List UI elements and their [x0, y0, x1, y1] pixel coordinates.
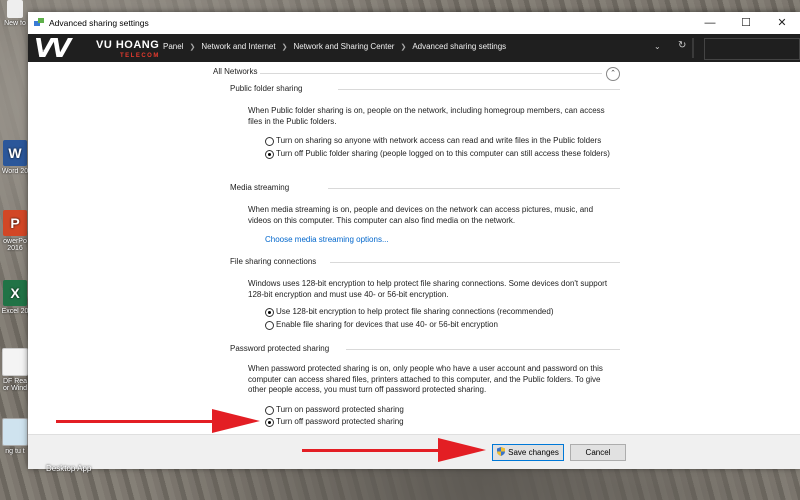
section-title-media-streaming: Media streaming — [230, 183, 290, 192]
divider — [338, 89, 620, 90]
password-sharing-description: When password protected sharing is on, o… — [248, 364, 603, 394]
radio-button-selected[interactable] — [265, 150, 274, 159]
cancel-button[interactable]: Cancel — [570, 444, 626, 461]
divider — [328, 188, 620, 189]
divider — [330, 262, 620, 263]
divider — [260, 73, 602, 74]
breadcrumb: Panel ❯ Network and Internet ❯ Network and S… — [163, 42, 506, 51]
settings-content: All Networks ⌃ Public folder sharing Whe… — [28, 62, 800, 434]
desktop-icon-powerpoint[interactable]: P owerPo 2016 — [0, 210, 30, 252]
section-title-password-sharing: Password protected sharing — [230, 344, 330, 353]
desktop-icon-shortcut[interactable]: ng tu t — [0, 418, 30, 455]
public-folder-description: When Public folder sharing is on, people… — [248, 106, 605, 126]
image-icon — [2, 418, 28, 446]
desktop-app-label: Desktop App — [46, 464, 92, 473]
logo-mark: VV — [34, 34, 71, 64]
radio-public-folder-off[interactable]: Turn off Public folder sharing (people l… — [265, 149, 625, 160]
breadcrumb-item[interactable]: Network and Internet — [201, 42, 275, 51]
all-networks-header: All Networks — [213, 67, 258, 76]
section-title-public-folder: Public folder sharing — [230, 84, 303, 93]
breadcrumb-item[interactable]: Advanced sharing settings — [412, 42, 506, 51]
annotation-arrow-head — [438, 438, 486, 462]
close-button[interactable]: ✕ — [764, 12, 800, 34]
annotation-arrow-line — [302, 449, 442, 452]
network-icon — [34, 18, 44, 26]
divider — [346, 349, 620, 350]
save-changes-button[interactable]: Save changes — [492, 444, 564, 461]
file-sharing-description: Windows uses 128-bit encryption to help … — [248, 279, 608, 299]
radio-40-56-bit-encryption[interactable]: Enable file sharing for devices that use… — [265, 320, 625, 331]
desktop-app-strip: Desktop App — [28, 464, 800, 500]
desktop-icon-new-folder[interactable]: New fo — [0, 0, 30, 27]
address-divider — [692, 38, 694, 58]
annotation-arrow-head — [212, 409, 260, 433]
desktop-icon-word[interactable]: W Word 20 — [0, 140, 30, 175]
maximize-button[interactable]: ☐ — [728, 12, 764, 34]
section-title-file-sharing: File sharing connections — [230, 257, 317, 266]
annotation-arrow-line — [56, 420, 216, 423]
word-icon: W — [3, 140, 27, 166]
desktop-icon-excel[interactable]: X Excel 20 — [0, 280, 30, 315]
advanced-sharing-window: Advanced sharing settings — ☐ ✕ ← Panel ❯… — [28, 12, 800, 469]
radio-public-folder-on[interactable]: Turn on sharing so anyone with network a… — [265, 136, 625, 147]
desktop-icon-pdf-reader[interactable]: DF Rea or Wind — [0, 348, 30, 392]
breadcrumb-item[interactable]: Network and Sharing Center — [293, 42, 394, 51]
chevron-down-icon[interactable]: ⌄ — [654, 42, 661, 51]
refresh-icon[interactable]: ↻ — [678, 40, 686, 51]
search-input[interactable] — [704, 38, 800, 60]
title-bar[interactable]: Advanced sharing settings — ☐ ✕ — [28, 12, 800, 34]
powerpoint-icon: P — [3, 210, 27, 236]
radio-button[interactable] — [265, 137, 274, 146]
radio-button-selected[interactable] — [265, 308, 274, 317]
pdf-icon — [2, 348, 28, 376]
media-streaming-description: When media streaming is on, people and d… — [248, 205, 594, 225]
document-icon — [7, 0, 23, 18]
window-title: Advanced sharing settings — [49, 18, 149, 28]
radio-128-bit-encryption[interactable]: Use 128-bit encryption to help protect f… — [265, 307, 625, 318]
logo-brand: VU HOANG — [96, 39, 160, 51]
logo-sub: TELECOM — [120, 53, 160, 59]
media-streaming-options-link[interactable]: Choose media streaming options... — [265, 235, 389, 244]
chevron-right-icon: ❯ — [281, 44, 288, 51]
radio-password-sharing-off[interactable]: Turn off password protected sharing — [265, 417, 625, 428]
radio-button[interactable] — [265, 406, 274, 415]
minimize-button[interactable]: — — [692, 12, 728, 34]
chevron-right-icon: ❯ — [400, 44, 407, 51]
radio-button[interactable] — [265, 321, 274, 330]
collapse-chevron-up-icon[interactable]: ⌃ — [606, 67, 620, 81]
uac-shield-icon — [497, 447, 506, 456]
radio-password-sharing-on[interactable]: Turn on password protected sharing — [265, 405, 625, 416]
excel-icon: X — [3, 280, 27, 306]
radio-button-selected[interactable] — [265, 418, 274, 427]
